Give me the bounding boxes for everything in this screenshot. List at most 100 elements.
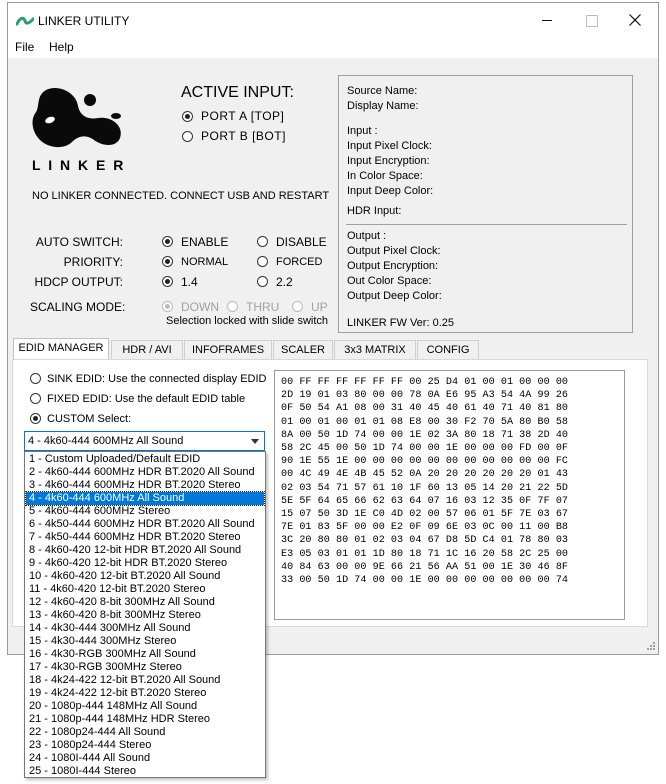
edid-dropdown-list: 1 - Custom Uploaded/Default EDID 2 - 4k6… [24,451,266,778]
dropdown-item[interactable]: 22 - 1080p24-444 All Sound [26,726,264,739]
edid-hex-view[interactable]: 00 FF FF FF FF FF FF 00 25 D4 01 00 01 0… [274,370,625,620]
dropdown-item[interactable]: 7 - 4k50-444 600MHz HDR BT.2020 Stereo [26,531,264,544]
status-message: NO LINKER CONNECTED. CONNECT USB AND RES… [32,190,330,202]
tab-hdr-avi[interactable]: HDR / AVI [111,340,183,359]
priority-normal-radio[interactable] [162,256,173,267]
hdr-input-label: HDR Input: [347,205,402,217]
maximize-button[interactable] [574,3,618,38]
auto-switch-enable-label: ENABLE [181,235,229,249]
edid-select-value: 4 - 4k60-444 600MHz All Sound [28,435,184,447]
fixed-edid-radio[interactable] [30,393,41,404]
dropdown-item[interactable]: 16 - 4k30-RGB 300MHz All Sound [26,648,264,661]
dropdown-item[interactable]: 2 - 4k60-444 600MHz HDR BT.2020 All Soun… [26,466,264,479]
input-encryption-label: Input Encryption: [347,155,430,167]
info-divider [346,224,627,225]
fw-version-label: LINKER FW Ver: 0.25 [347,317,454,329]
menu-file[interactable]: File [15,40,34,54]
fixed-edid-label: FIXED EDID: Use the default EDID table [47,393,246,405]
hex-line: 3C 20 80 80 01 02 03 04 67 D8 5D C4 01 7… [281,535,569,547]
scaling-down-radio [162,301,173,312]
custom-edid-radio[interactable] [30,413,41,424]
maximize-icon [586,15,598,27]
dropdown-item[interactable]: 14 - 4k30-444 300MHz All Sound [26,622,264,635]
minimize-icon [542,20,552,21]
dropdown-item[interactable]: 9 - 4k60-420 12-bit HDR BT.2020 Stereo [26,557,264,570]
dropdown-item[interactable]: 3 - 4k60-444 600MHz HDR BT.2020 Stereo [26,479,264,492]
dropdown-item[interactable]: 6 - 4k50-444 600MHz HDR BT.2020 All Soun… [26,518,264,531]
tab-infoframes[interactable]: INFOFRAMES [184,340,272,359]
dropdown-item[interactable]: 10 - 4k60-420 12-bit BT.2020 All Sound [26,570,264,583]
port-b-label: PORT B [BOT] [201,129,286,143]
dropdown-item[interactable]: 19 - 4k24-422 12-bit BT.2020 Stereo [26,687,264,700]
hdcp-output-label: HDCP OUTPUT: [34,275,123,289]
logo-text: L I N K E R [32,157,126,173]
out-color-space-label: Out Color Space: [347,275,432,287]
tab-edid-manager[interactable]: EDID MANAGER [13,338,109,360]
dropdown-item[interactable]: 8 - 4k60-420 12-bit HDR BT.2020 All Soun… [26,544,264,557]
priority-label: PRIORITY: [63,255,123,269]
hdcp-14-label: 1.4 [181,275,198,289]
minimize-button[interactable] [528,3,572,38]
scaling-up-radio [292,301,303,312]
dropdown-item[interactable]: 23 - 1080p24-444 Stereo [26,739,264,752]
hex-line: 01 00 01 00 01 01 08 E8 00 30 F2 70 5A 8… [281,416,569,428]
priority-normal-label: NORMAL [181,256,229,268]
dropdown-item[interactable]: 17 - 4k30-RGB 300MHz Stereo [26,661,264,674]
hdcp-14-radio[interactable] [162,276,173,287]
dropdown-item[interactable]: 11 - 4k60-420 12-bit BT.2020 Stereo [26,583,264,596]
output-encryption-label: Output Encryption: [347,260,439,272]
active-input-title: ACTIVE INPUT: [181,84,294,101]
port-a-label: PORT A [TOP] [201,109,285,123]
dropdown-item[interactable]: 15 - 4k30-444 300MHz Stereo [26,635,264,648]
hex-line: 15 07 50 3D 1E C0 4D 02 00 57 06 01 5F 7… [281,509,569,520]
scaling-thru-label: THRU [246,300,280,314]
close-button[interactable] [620,3,658,38]
hex-line: E3 05 03 01 01 1D 80 18 71 1C 16 20 58 2… [281,548,569,560]
input-deep-color-label: Input Deep Color: [347,185,434,197]
tab-3x3-matrix[interactable]: 3x3 MATRIX [334,340,416,359]
dropdown-item[interactable]: 5 - 4k60-444 600MHz Stereo [26,505,264,518]
sink-edid-label: SINK EDID: Use the connected display EDI… [47,373,267,385]
menu-help[interactable]: Help [49,40,74,54]
title-bar: LINKER UTILITY [8,3,658,38]
dropdown-item[interactable]: 13 - 4k60-420 8-bit 300MHz Stereo [26,609,264,622]
auto-switch-enable-radio[interactable] [162,236,173,247]
dropdown-item[interactable]: 18 - 4k24-422 12-bit BT.2020 All Sound [26,674,264,687]
edid-select-combo[interactable]: 4 - 4k60-444 600MHz All Sound [24,431,265,451]
hex-line: 5E 5F 64 65 66 62 63 64 07 16 03 12 35 0… [281,495,569,507]
custom-edid-label: CUSTOM Select: [47,413,132,425]
port-b-radio[interactable] [182,131,193,142]
port-a-radio[interactable] [182,111,193,122]
priority-forced-radio[interactable] [257,256,268,267]
priority-forced-label: FORCED [276,256,323,268]
auto-switch-disable-label: DISABLE [276,235,327,249]
hex-line: 90 1E 55 1E 00 00 00 00 00 00 00 00 00 0… [281,456,569,468]
hex-line: 00 4C 49 4E 4B 45 52 0A 20 20 20 20 20 2… [281,469,569,481]
dropdown-item[interactable]: 1 - Custom Uploaded/Default EDID [26,453,264,466]
scaling-mode-label: SCALING MODE: [30,300,126,314]
chevron-down-icon [251,439,259,444]
dropdown-item-selected[interactable]: 4 - 4k60-444 600MHz All Sound [25,491,265,506]
hex-line: 2D 19 01 03 80 00 00 78 0A E6 95 A3 54 4… [281,390,569,402]
hex-line: 02 03 54 71 57 61 10 1F 60 13 05 14 20 2… [281,482,569,494]
output-deep-color-label: Output Deep Color: [347,290,442,302]
tab-scaler[interactable]: SCALER [273,340,333,359]
menu-bar: File Help [8,38,658,58]
scaling-down-label: DOWN [181,300,219,314]
display-name-label: Display Name: [347,100,419,112]
output-pixel-clock-label: Output Pixel Clock: [347,245,441,257]
dropdown-item[interactable]: 24 - 1080I-444 All Sound [26,752,264,765]
close-icon [629,14,641,26]
dropdown-item[interactable]: 20 - 1080p-444 148MHz All Sound [26,700,264,713]
dropdown-item[interactable]: 21 - 1080p-444 148MHz HDR Stereo [26,713,264,726]
auto-switch-disable-radio[interactable] [257,236,268,247]
resize-grip-icon[interactable] [646,641,656,651]
input-pixel-clock-label: Input Pixel Clock: [347,140,432,152]
dropdown-item[interactable]: 12 - 4k60-420 8-bit 300MHz All Sound [26,596,264,609]
sink-edid-radio[interactable] [30,373,41,384]
hex-line: 33 00 50 1D 74 00 00 1E 00 00 00 00 00 0… [281,575,569,586]
tab-config[interactable]: CONFIG [417,340,479,359]
hdcp-22-radio[interactable] [257,276,268,287]
hex-line: 58 2C 45 00 50 1D 74 00 00 1E 00 00 00 F… [281,443,569,454]
dropdown-item[interactable]: 25 - 1080I-444 Stereo [26,765,264,778]
